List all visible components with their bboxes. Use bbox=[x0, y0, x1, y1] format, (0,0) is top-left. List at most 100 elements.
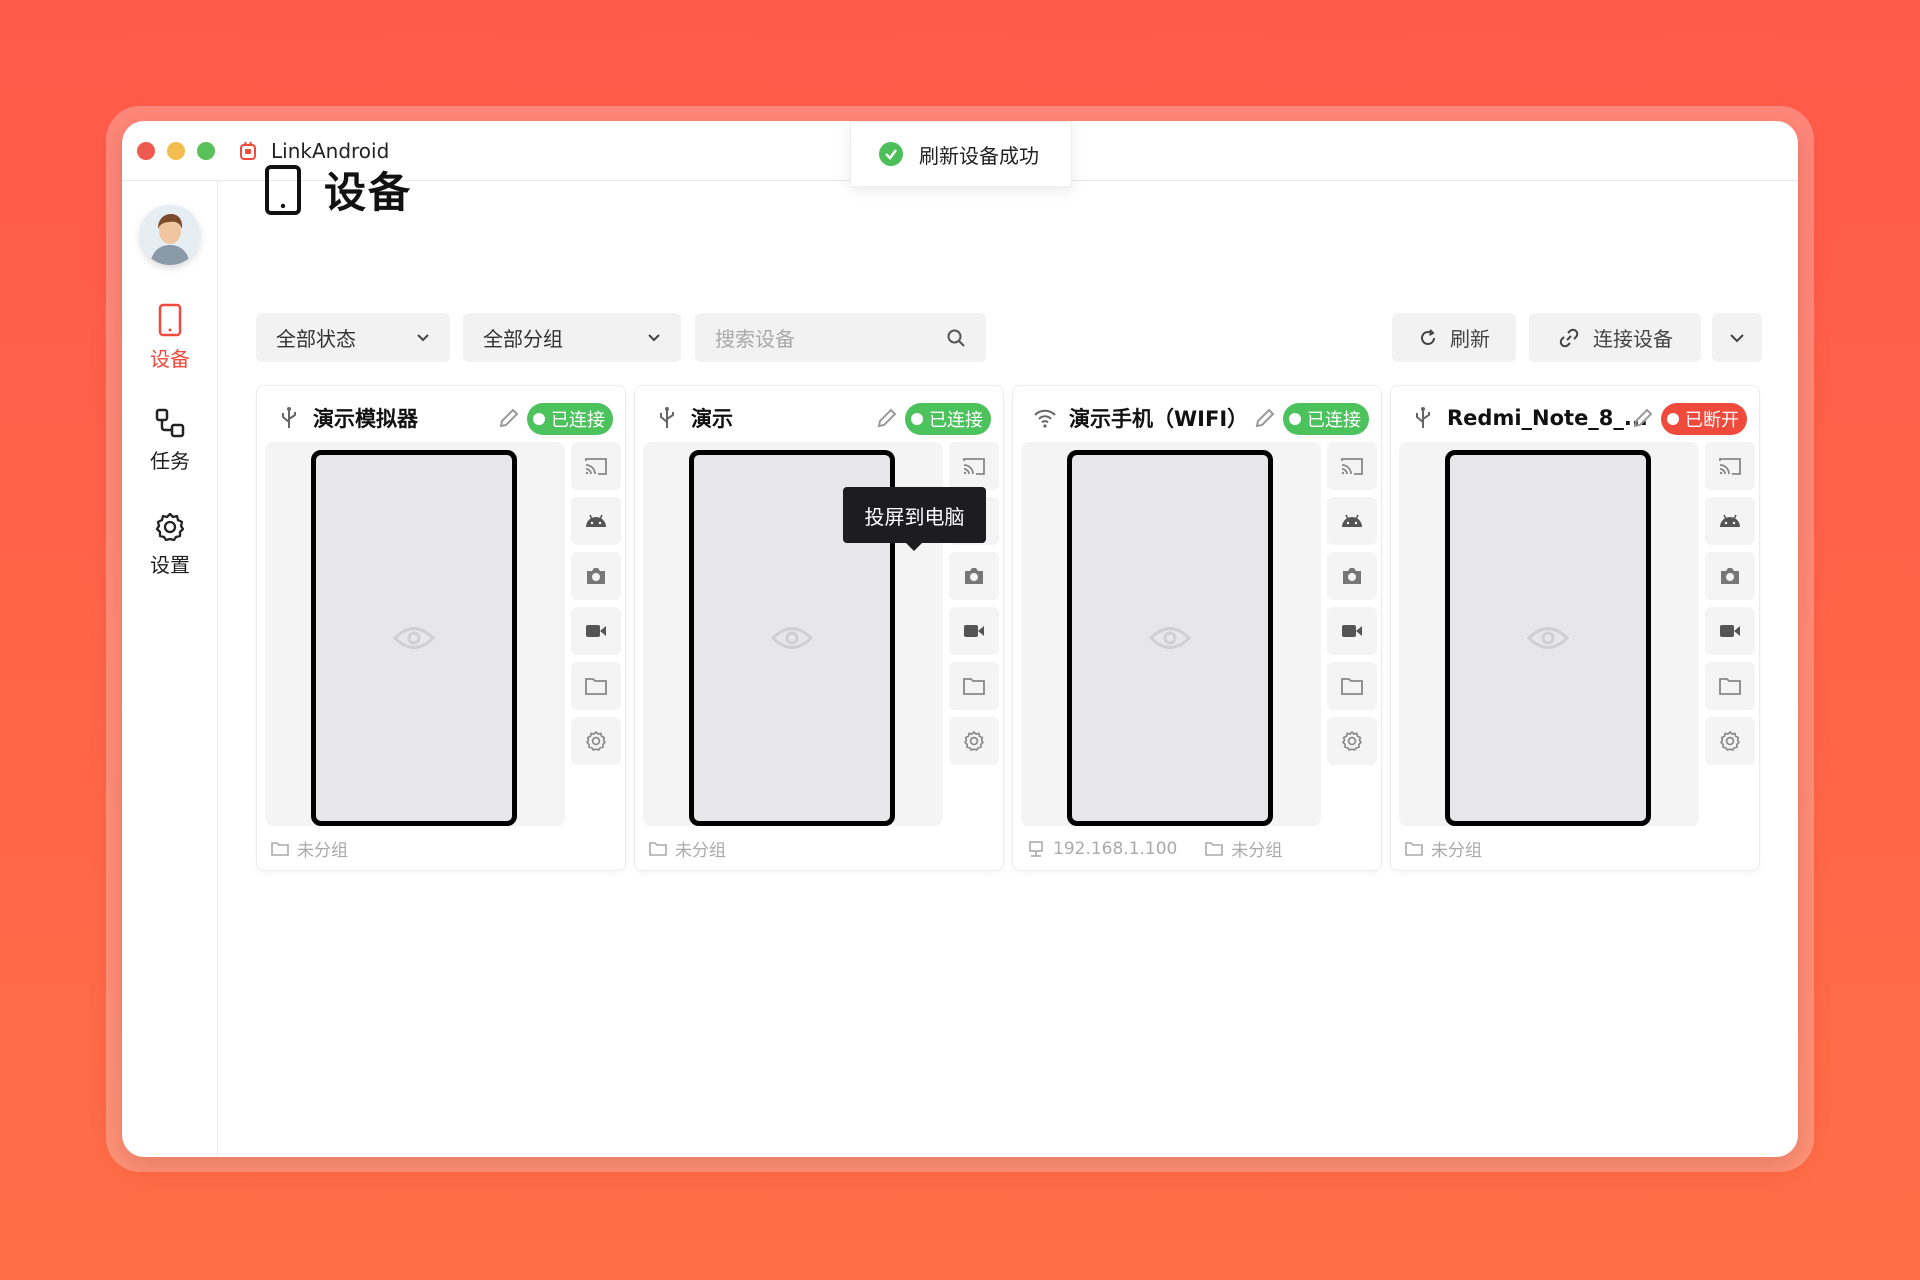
toast-message: 刷新设备成功 bbox=[919, 143, 1039, 168]
record-button[interactable] bbox=[571, 607, 621, 655]
sidebar-item-label: 设置 bbox=[150, 553, 190, 577]
page-title: 设备 bbox=[324, 168, 413, 217]
cast-button[interactable] bbox=[1327, 442, 1377, 490]
status-filter-select[interactable]: 全部状态 bbox=[256, 313, 450, 362]
gear-icon bbox=[1342, 730, 1362, 751]
screenshot-button[interactable] bbox=[1327, 552, 1377, 600]
gear-icon bbox=[964, 730, 984, 751]
cast-icon bbox=[1341, 458, 1363, 475]
video-camera-icon bbox=[586, 625, 606, 637]
chevron-down-icon bbox=[417, 333, 429, 341]
cast-icon bbox=[963, 458, 985, 475]
device-card-footer: 192.168.1.100 未分组 bbox=[1027, 836, 1282, 861]
edit-pencil-icon[interactable] bbox=[875, 406, 899, 430]
status-badge: 已连接 bbox=[905, 403, 991, 435]
avatar-illustration-icon bbox=[140, 205, 200, 265]
device-settings-button[interactable] bbox=[1327, 717, 1377, 765]
sidebar-item-label: 任务 bbox=[150, 449, 190, 473]
android-button[interactable] bbox=[1705, 497, 1755, 545]
chevron-down-icon bbox=[648, 333, 660, 341]
screen-preview[interactable] bbox=[1399, 442, 1699, 826]
user-avatar[interactable] bbox=[140, 205, 200, 265]
camera-icon bbox=[965, 568, 983, 584]
files-button[interactable] bbox=[571, 662, 621, 710]
screen-preview[interactable] bbox=[265, 442, 565, 826]
edit-pencil-icon[interactable] bbox=[1631, 406, 1655, 430]
chevron-down-icon bbox=[1730, 333, 1744, 342]
device-card[interactable]: 演示模拟器 已连接 未分组 bbox=[256, 385, 626, 871]
screenshot-button[interactable] bbox=[1705, 552, 1755, 600]
eye-icon bbox=[1149, 627, 1191, 649]
status-badge: 已断开 bbox=[1661, 403, 1747, 435]
close-window-button[interactable] bbox=[137, 141, 155, 160]
device-action-bar bbox=[571, 442, 621, 772]
device-card[interactable]: Redmi_Note_8_... 已断开 未分组 bbox=[1390, 385, 1760, 871]
gear-icon bbox=[586, 730, 606, 751]
connect-device-button[interactable]: 连接设备 bbox=[1529, 313, 1701, 362]
edit-pencil-icon[interactable] bbox=[497, 406, 521, 430]
files-button[interactable] bbox=[1327, 662, 1377, 710]
workflow-icon bbox=[155, 408, 185, 438]
android-button[interactable] bbox=[1327, 497, 1377, 545]
device-search-input[interactable]: 搜索设备 bbox=[695, 313, 986, 362]
sidebar-item-devices[interactable]: 设备 bbox=[122, 303, 218, 372]
screen-preview[interactable] bbox=[1021, 442, 1321, 826]
cast-button[interactable] bbox=[571, 442, 621, 490]
device-action-bar bbox=[1705, 442, 1755, 772]
success-toast: 刷新设备成功 bbox=[850, 121, 1072, 187]
sidebar-item-tasks[interactable]: 任务 bbox=[122, 407, 218, 474]
status-badge-label: 已断开 bbox=[1685, 410, 1739, 431]
network-icon bbox=[1029, 840, 1043, 857]
device-card-footer: 未分组 bbox=[649, 836, 726, 861]
device-settings-button[interactable] bbox=[949, 717, 999, 765]
files-button[interactable] bbox=[1705, 662, 1755, 710]
sidebar-item-label: 设备 bbox=[150, 347, 190, 371]
group-filter-value: 全部分组 bbox=[483, 327, 563, 351]
minimize-window-button[interactable] bbox=[167, 141, 185, 160]
device-name: 演示模拟器 bbox=[313, 407, 418, 431]
cast-button[interactable] bbox=[1705, 442, 1755, 490]
screenshot-button[interactable] bbox=[571, 552, 621, 600]
video-camera-icon bbox=[1720, 625, 1740, 637]
eye-icon bbox=[393, 627, 435, 649]
group-label: 未分组 bbox=[297, 841, 348, 861]
group-label: 未分组 bbox=[675, 841, 726, 861]
device-card[interactable]: 演示手机（WIFI） 已连接 192.168.1.100 未分组 bbox=[1012, 385, 1382, 871]
device-name: Redmi_Note_8_... bbox=[1447, 406, 1648, 430]
device-settings-button[interactable] bbox=[1705, 717, 1755, 765]
more-options-button[interactable] bbox=[1712, 313, 1762, 362]
edit-pencil-icon[interactable] bbox=[1253, 406, 1277, 430]
refresh-button[interactable]: 刷新 bbox=[1392, 313, 1516, 362]
cast-tooltip: 投屏到电脑 bbox=[843, 487, 986, 551]
device-name: 演示手机（WIFI） bbox=[1069, 407, 1249, 431]
folder-icon bbox=[963, 678, 985, 695]
android-icon bbox=[1342, 514, 1362, 527]
record-button[interactable] bbox=[1327, 607, 1377, 655]
device-settings-button[interactable] bbox=[571, 717, 621, 765]
files-button[interactable] bbox=[949, 662, 999, 710]
maximize-window-button[interactable] bbox=[197, 141, 215, 160]
android-icon bbox=[586, 514, 606, 527]
device-card-header: Redmi_Note_8_... 已断开 bbox=[1391, 396, 1759, 440]
camera-icon bbox=[1721, 568, 1739, 584]
group-filter-select[interactable]: 全部分组 bbox=[463, 313, 681, 362]
cast-button[interactable] bbox=[949, 442, 999, 490]
check-circle-icon bbox=[879, 142, 903, 166]
folder-icon bbox=[649, 841, 667, 856]
folder-icon bbox=[1341, 678, 1363, 695]
folder-icon bbox=[1405, 841, 1423, 856]
device-card[interactable]: 演示 已连接 未分组 bbox=[634, 385, 1004, 871]
sidebar-item-settings[interactable]: 设置 bbox=[122, 511, 218, 578]
status-badge: 已连接 bbox=[1283, 403, 1369, 435]
device-ip: 192.168.1.100 bbox=[1053, 838, 1178, 859]
screenshot-button[interactable] bbox=[949, 552, 999, 600]
device-action-bar bbox=[1327, 442, 1377, 772]
usb-icon bbox=[655, 406, 679, 430]
record-button[interactable] bbox=[1705, 607, 1755, 655]
sidebar: 设备 任务 设置 bbox=[122, 181, 218, 1157]
phone-frame bbox=[1445, 450, 1651, 826]
record-button[interactable] bbox=[949, 607, 999, 655]
status-badge-label: 已连接 bbox=[929, 410, 983, 431]
link-icon bbox=[1559, 328, 1579, 347]
android-button[interactable] bbox=[571, 497, 621, 545]
